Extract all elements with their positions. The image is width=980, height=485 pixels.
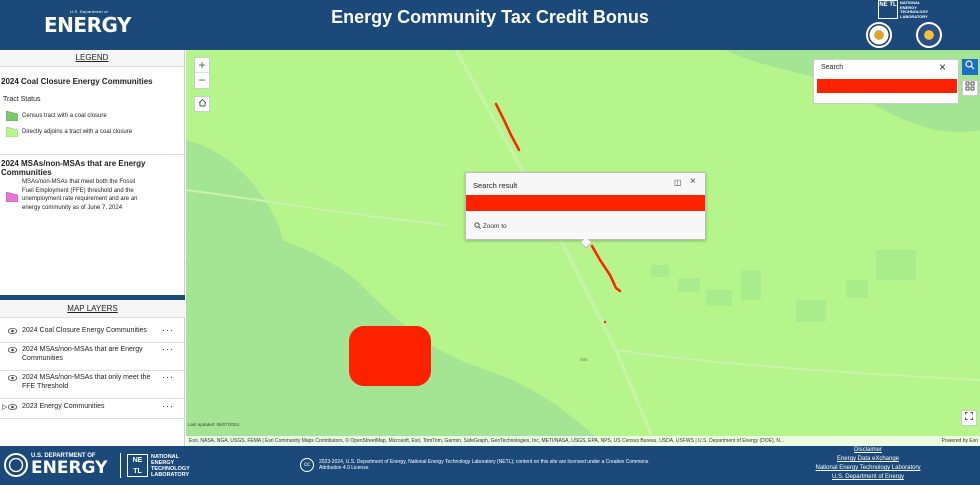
home-button[interactable]: [194, 96, 210, 112]
search-close-button[interactable]: ×: [939, 60, 946, 74]
fullscreen-icon: [965, 412, 973, 420]
legend-section-msa: 2024 MSAs/non-MSAs that are Energy Commu…: [1, 159, 146, 177]
map-road-label: 465: [580, 357, 588, 362]
footer-netl-box: NE TL: [127, 454, 148, 477]
footer-doe-logo: ENERGY: [31, 458, 108, 478]
search-panel: Search ×: [813, 59, 959, 104]
popup-close-button[interactable]: ×: [690, 176, 696, 187]
last-updated: Last updated: 06/07/2024: [188, 422, 240, 427]
left-panel: LEGEND 2024 Coal Closure Energy Communit…: [0, 50, 185, 446]
layer-item[interactable]: 2024 MSAs/non-MSAs that are Energy Commu…: [0, 344, 185, 371]
footer-link-doe[interactable]: U.S. Department of Energy: [800, 473, 936, 482]
page-title: Energy Community Tax Credit Bonus: [331, 7, 649, 27]
layer-name: 2024 MSAs/non-MSAs that only meet the FF…: [22, 374, 151, 390]
eye-icon[interactable]: [8, 347, 17, 353]
legend-tract-status: Tract Status: [3, 96, 41, 103]
legend-divider: [0, 154, 185, 155]
legend-section-coal: 2024 Coal Closure Energy Communities: [1, 77, 153, 86]
map-canvas: 465: [186, 50, 980, 446]
legend-item-label: Directly adjoins a tract with a coal clo…: [22, 129, 133, 135]
dock-icon[interactable]: ◫: [674, 178, 682, 187]
legend-item-label: MSAs/non-MSAs that meet both the Fossil …: [22, 179, 138, 211]
more-options-icon[interactable]: ···: [162, 325, 174, 335]
footer-divider: [120, 453, 121, 478]
eye-icon[interactable]: [8, 328, 17, 334]
eye-icon[interactable]: [8, 375, 17, 381]
app-footer: U.S. DEPARTMENT OF ENERGY NE TL NATIONAL…: [0, 446, 980, 485]
footer-license: 2023-2024, U.S. Department of Energy, Na…: [319, 459, 649, 471]
fullscreen-button[interactable]: [961, 410, 977, 426]
creative-commons-icon: cc: [300, 458, 314, 472]
layer-name: 2024 MSAs/non-MSAs that are Energy Commu…: [22, 346, 143, 362]
layer-name: 2024 Coal Closure Energy Communities: [22, 327, 147, 334]
map-view[interactable]: 465 + − Search × Search result ◫ × Zoom …: [186, 50, 980, 446]
footer-link-disclaimer[interactable]: Disclaimer: [800, 446, 936, 455]
map-attribution: Esri, NASA, NGA, USGS, FEMA | Esri Commu…: [186, 436, 980, 446]
home-icon: [198, 98, 206, 107]
footer-netl-text: NATIONAL ENERGY TECHNOLOGY LABORATORY: [151, 454, 190, 478]
footer-link-netl[interactable]: National Energy Technology Laboratory: [800, 464, 936, 473]
footer-link-edx[interactable]: Energy Data eXchange: [800, 455, 936, 464]
legend-heading[interactable]: LEGEND: [0, 50, 184, 67]
more-options-icon[interactable]: ···: [162, 372, 174, 382]
zoom-out-button[interactable]: −: [195, 73, 209, 88]
zoom-to-button[interactable]: Zoom to: [474, 222, 507, 230]
more-options-icon[interactable]: ···: [162, 344, 174, 354]
treasury-seal-icon[interactable]: [916, 22, 942, 48]
search-result-popup: Search result ◫ × Zoom to: [465, 172, 706, 249]
search-title: Search: [821, 64, 844, 71]
grid-icon: [965, 81, 975, 91]
zoom-icon: [474, 222, 481, 229]
layer-item[interactable]: 2024 Coal Closure Energy Communities ···: [0, 325, 185, 343]
netl-logo-text: NATIONAL ENERGY TECHNOLOGY LABORATORY: [900, 0, 929, 19]
layer-item[interactable]: ▷ 2023 Energy Communities ···: [0, 401, 185, 419]
netl-logo[interactable]: NE TL NATIONAL ENERGY TECHNOLOGY LABORAT…: [878, 0, 938, 20]
map-layers-heading[interactable]: MAP LAYERS: [0, 300, 185, 318]
expand-caret-icon[interactable]: ▷: [2, 403, 7, 411]
zoom-control: + −: [194, 57, 210, 89]
eye-icon[interactable]: [8, 404, 17, 410]
netl-logo-box: NE TL: [878, 0, 898, 19]
layer-name: 2023 Energy Communities: [22, 403, 105, 410]
search-icon: [965, 60, 975, 70]
powered-by-esri[interactable]: Powered by Esri: [942, 436, 978, 446]
legend-item-label: Census tract with a coal closure: [22, 113, 107, 119]
app-header: U.S. Department of ENERGY Energy Communi…: [0, 0, 980, 50]
attribution-text: Esri, NASA, NGA, USGS, FEMA | Esri Commu…: [189, 438, 785, 444]
search-button[interactable]: [962, 59, 978, 75]
basemap-gallery-button[interactable]: [962, 80, 978, 96]
more-options-icon[interactable]: ···: [162, 401, 174, 411]
doe-seal-icon: [4, 453, 28, 477]
search-input[interactable]: [817, 79, 957, 93]
zoom-in-button[interactable]: +: [195, 58, 209, 73]
layer-item[interactable]: 2024 MSAs/non-MSAs that only meet the FF…: [0, 372, 185, 399]
legend-swatch: [6, 127, 18, 137]
legend-swatch: [6, 192, 18, 202]
popup-content: [466, 195, 705, 211]
legend-swatch: [6, 111, 18, 121]
seal-icon[interactable]: [866, 22, 892, 48]
popup-title: Search result: [473, 181, 518, 190]
footer-links: Disclaimer Energy Data eXchange National…: [800, 446, 936, 482]
zoom-to-label: Zoom to: [482, 223, 507, 230]
